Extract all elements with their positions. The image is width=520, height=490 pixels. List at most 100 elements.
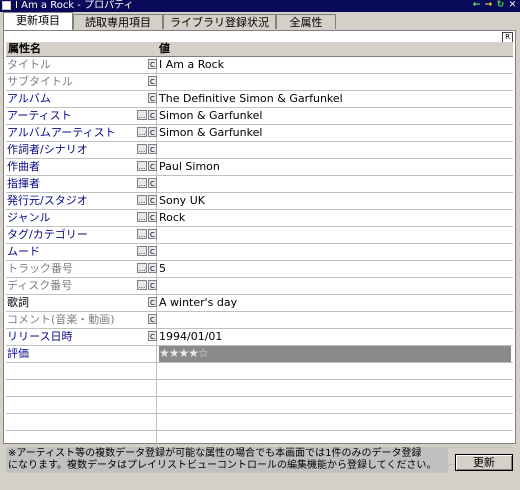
attribute-value[interactable]: Simon & Garfunkel — [159, 125, 511, 141]
tab-readonly-items[interactable]: 読取専用項目 — [73, 14, 163, 29]
table-row[interactable]: ジャンル... C Rock — [6, 210, 513, 227]
table-row[interactable]: ムード... C — [6, 244, 513, 261]
clear-button[interactable]: C — [148, 280, 157, 290]
table-row[interactable]: サブタイトル C — [6, 74, 513, 91]
button-spacer — [137, 297, 147, 308]
row-buttons: ... C — [137, 178, 157, 189]
note-line-1: ※アーティスト等の複数データ登録が可能な属性の場合でも本画面では1件のみのデータ… — [8, 448, 422, 459]
table-row[interactable]: タグ/カテゴリー... C — [6, 227, 513, 244]
ellipsis-button[interactable]: ... — [137, 178, 147, 188]
property-grid: 属性名 値 タイトル C I Am a Rock サブタイトル C アルバム C The De… — [6, 42, 513, 465]
ellipsis-button[interactable]: ... — [137, 195, 147, 205]
ellipsis-button[interactable]: ... — [137, 280, 147, 290]
table-row[interactable]: 歌詞 C A winter's day — [6, 295, 513, 312]
clear-button[interactable]: C — [148, 212, 157, 222]
note-line-2: になります。複数データはプレイリストビューコントロールの編集機能から登録してくだ… — [8, 460, 437, 471]
window-controls: ← → ↻ ✕ — [471, 0, 518, 12]
attribute-value[interactable]: Sony UK — [159, 193, 511, 209]
rating-stars[interactable]: ★★★★☆ — [159, 346, 511, 362]
attribute-value[interactable]: Paul Simon — [159, 159, 511, 175]
table-row[interactable]: ディスク番号... C — [6, 278, 513, 295]
table-row[interactable]: アルバム C The Definitive Simon & Garfunkel — [6, 91, 513, 108]
clear-button[interactable]: C — [148, 195, 157, 205]
clear-button[interactable]: C — [148, 93, 157, 103]
clear-button[interactable]: C — [148, 59, 157, 69]
empty-row — [6, 431, 513, 448]
forward-icon[interactable]: → — [483, 0, 494, 11]
clear-button[interactable]: C — [148, 263, 157, 273]
grid-header: 属性名 値 — [6, 42, 513, 57]
ellipsis-button[interactable]: ... — [137, 229, 147, 239]
attribute-value[interactable] — [159, 176, 511, 192]
row-buttons: C — [137, 93, 157, 104]
attribute-value[interactable] — [159, 142, 511, 158]
clear-button[interactable]: C — [148, 110, 157, 120]
table-row[interactable]: 指揮者... C — [6, 176, 513, 193]
table-row[interactable]: アルバムアーティスト... C Simon & Garfunkel — [6, 125, 513, 142]
attribute-value[interactable] — [159, 74, 511, 90]
tab-library-status[interactable]: ライブラリ登録状況 — [163, 14, 276, 29]
button-spacer — [137, 59, 147, 70]
clear-button[interactable]: C — [148, 76, 157, 86]
tab-strip: 更新項目 読取専用項目 ライブラリ登録状況 全属性 — [0, 12, 520, 30]
ellipsis-button[interactable]: ... — [137, 263, 147, 273]
row-buttons: ... C — [137, 195, 157, 206]
clear-button[interactable]: C — [148, 127, 157, 137]
table-row[interactable]: リリース日時 C 1994/01/01 — [6, 329, 513, 346]
button-spacer — [137, 314, 147, 325]
attribute-name: アルバム — [6, 91, 157, 107]
ellipsis-button[interactable]: ... — [137, 161, 147, 171]
row-buttons — [137, 348, 147, 359]
empty-cell — [6, 431, 157, 447]
tab-update-items[interactable]: 更新項目 — [3, 12, 73, 30]
attribute-value[interactable]: Rock — [159, 210, 511, 226]
clear-button[interactable]: C — [148, 246, 157, 256]
clear-button[interactable]: C — [148, 161, 157, 171]
clear-button[interactable]: C — [148, 331, 157, 341]
refresh-icon[interactable]: ↻ — [495, 0, 506, 11]
table-row[interactable]: 作曲者... C Paul Simon — [6, 159, 513, 176]
clear-button[interactable]: C — [148, 297, 157, 307]
table-row[interactable]: コメント(音楽・動画) C — [6, 312, 513, 329]
attribute-value[interactable]: I Am a Rock — [159, 57, 511, 73]
clear-button[interactable]: C — [148, 144, 157, 154]
table-row[interactable]: トラック番号... C 5 — [6, 261, 513, 278]
attribute-value[interactable]: Simon & Garfunkel — [159, 108, 511, 124]
attribute-value[interactable] — [159, 312, 511, 328]
table-row[interactable]: アーティスト... C Simon & Garfunkel — [6, 108, 513, 125]
clear-button[interactable]: C — [148, 229, 157, 239]
window-icon[interactable] — [2, 1, 11, 10]
ellipsis-button[interactable]: ... — [137, 246, 147, 256]
ellipsis-button[interactable]: ... — [137, 127, 147, 137]
attribute-name: ディスク番号 — [6, 278, 157, 294]
attribute-value[interactable]: A winter's day — [159, 295, 511, 311]
back-icon[interactable]: ← — [471, 0, 482, 11]
ellipsis-button[interactable]: ... — [137, 212, 147, 222]
row-buttons: C — [137, 59, 157, 70]
attribute-value[interactable] — [159, 278, 511, 294]
empty-row — [6, 397, 513, 414]
table-row[interactable]: 作詞者/シナリオ... C — [6, 142, 513, 159]
button-spacer — [137, 331, 147, 342]
table-row[interactable]: タイトル C I Am a Rock — [6, 57, 513, 74]
ellipsis-button[interactable]: ... — [137, 144, 147, 154]
update-button[interactable]: 更新 — [455, 454, 513, 471]
table-row[interactable]: 評価 ★★★★☆ — [6, 346, 513, 363]
table-row[interactable]: 発行元/スタジオ... C Sony UK — [6, 193, 513, 210]
clear-button[interactable]: C — [148, 178, 157, 188]
tab-all-attributes[interactable]: 全属性 — [276, 14, 336, 29]
attribute-value[interactable]: 5 — [159, 261, 511, 277]
attribute-value[interactable] — [159, 227, 511, 243]
attribute-value[interactable] — [159, 244, 511, 260]
clear-button[interactable]: C — [148, 314, 157, 324]
empty-row — [6, 380, 513, 397]
ellipsis-button[interactable]: ... — [137, 110, 147, 120]
attribute-value[interactable]: 1994/01/01 — [159, 329, 511, 345]
close-icon[interactable]: ✕ — [507, 0, 518, 11]
attribute-value[interactable]: The Definitive Simon & Garfunkel — [159, 91, 511, 107]
column-header-attribute: 属性名 — [8, 42, 41, 55]
attribute-name: リリース日時 — [6, 329, 157, 345]
attribute-name: 作曲者 — [6, 159, 157, 175]
row-buttons: ... C — [137, 280, 157, 291]
empty-row — [6, 363, 513, 380]
